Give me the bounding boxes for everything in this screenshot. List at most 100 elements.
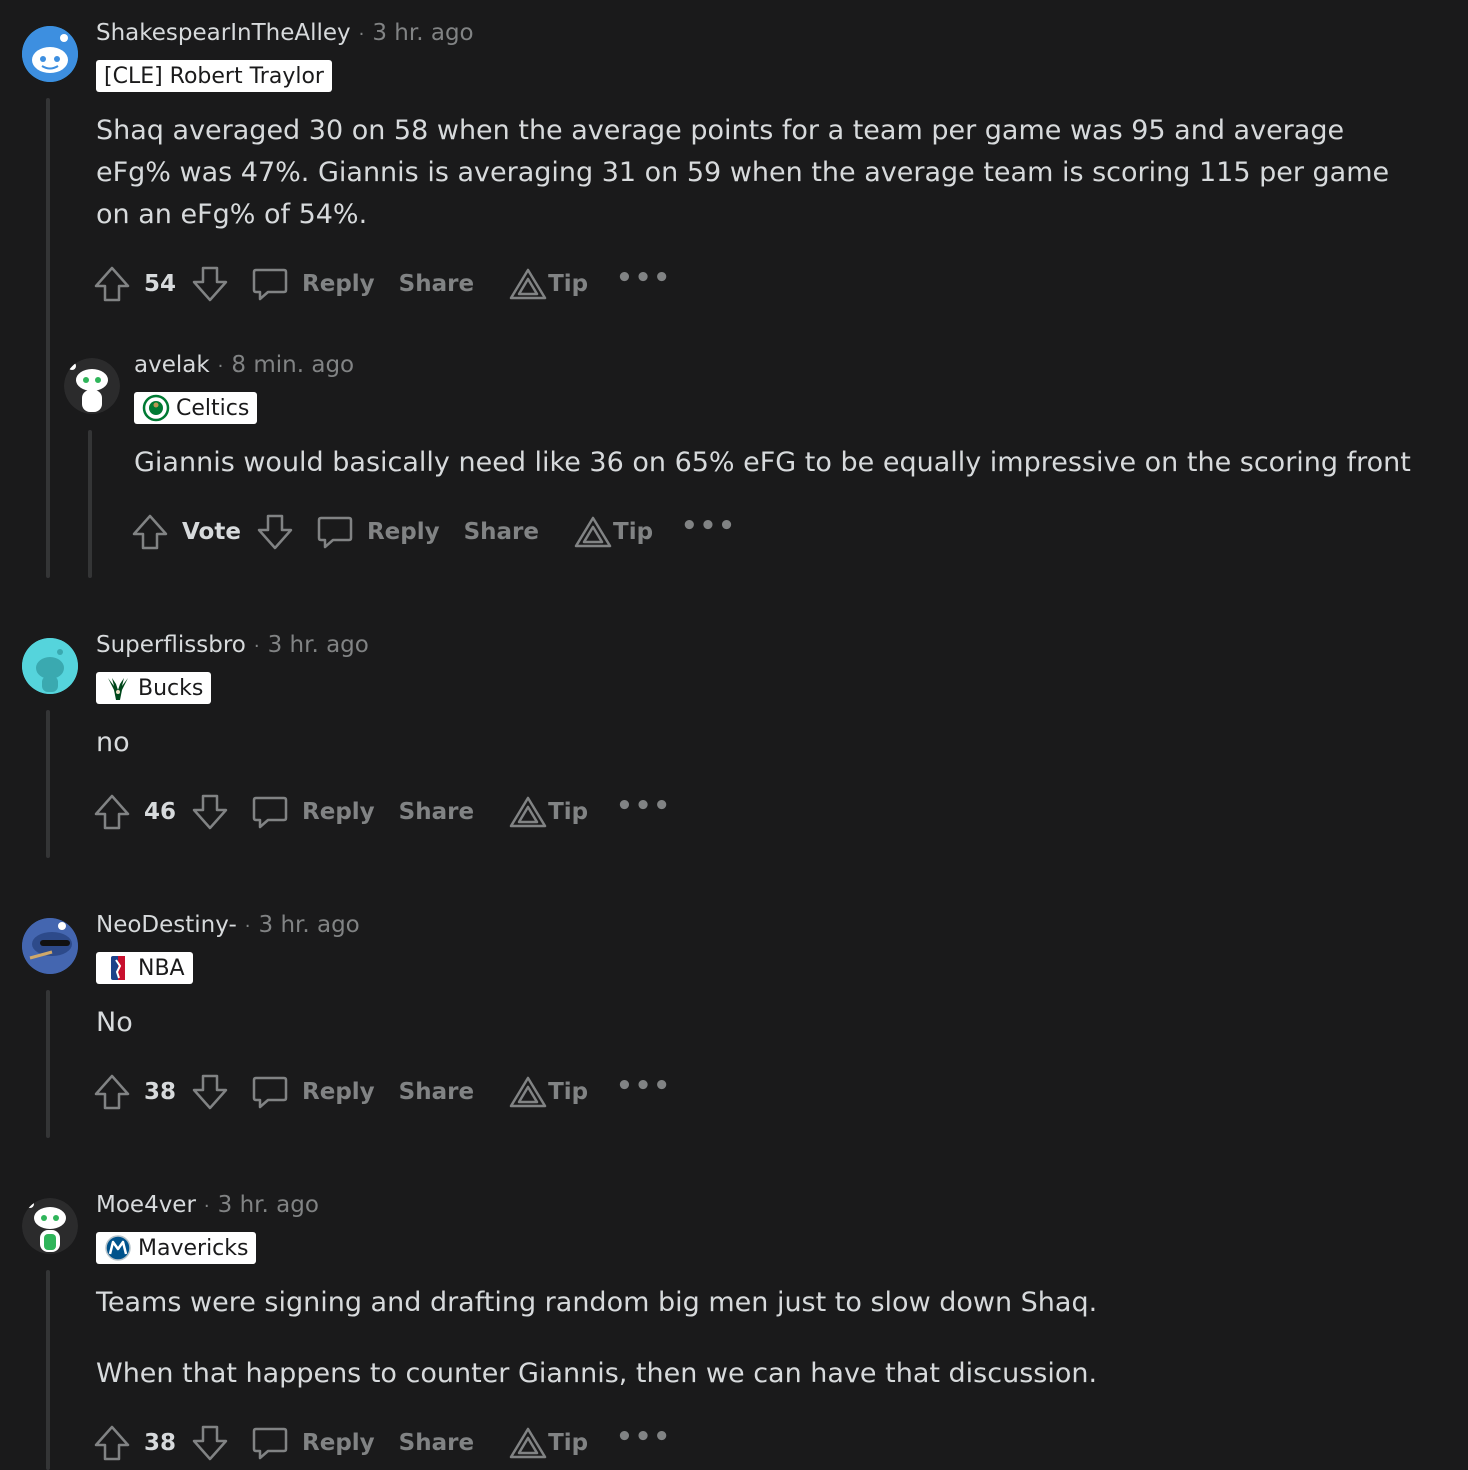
timestamp[interactable]: 8 min. ago <box>231 352 354 378</box>
reply-button[interactable]: Reply <box>250 792 399 832</box>
comment-bubble-icon <box>252 796 288 829</box>
comment-bubble-icon <box>252 1427 288 1460</box>
username[interactable]: Moe4ver <box>96 1192 196 1218</box>
more-options-icon[interactable]: ••• <box>616 793 672 819</box>
timestamp[interactable]: 3 hr. ago <box>218 1192 319 1218</box>
comment-bubble-icon <box>317 516 353 549</box>
tip-triangle-icon <box>509 1427 547 1459</box>
thread-line[interactable] <box>46 98 50 578</box>
comment-actions: 54 Reply Share Tip ••• <box>92 262 672 306</box>
share-button[interactable]: Share <box>399 1430 474 1456</box>
snoo-avatar-icon <box>22 26 78 82</box>
tip-label[interactable]: Tip <box>613 519 653 545</box>
user-flair: Bucks <box>96 672 212 704</box>
username[interactable]: Superflissbro <box>96 632 246 658</box>
share-button[interactable]: Share <box>399 799 474 825</box>
snoo-avatar-icon <box>22 918 78 974</box>
separator-dot: · <box>244 916 251 937</box>
comment-actions: 46 Reply Share Tip ••• <box>92 790 672 834</box>
user-avatar[interactable] <box>22 918 78 974</box>
reply-label[interactable]: Reply <box>302 271 375 297</box>
comment-actions: 38 Reply Share Tip ••• <box>92 1070 672 1114</box>
flair-text: Bucks <box>138 675 204 701</box>
timestamp[interactable]: 3 hr. ago <box>259 912 360 938</box>
tip-triangle-icon <box>509 796 547 828</box>
comment-actions: 38 Reply Share Tip ••• <box>92 1421 672 1465</box>
tip-label[interactable]: Tip <box>548 1079 588 1105</box>
thread-line[interactable] <box>46 990 50 1138</box>
comment-body: no <box>96 722 1396 764</box>
reply-button[interactable]: Reply <box>315 512 464 552</box>
more-options-icon[interactable]: ••• <box>616 1073 672 1099</box>
comment-meta: avelak · 8 min. ago <box>134 352 354 378</box>
comment-meta: ShakespearInTheAlley · 3 hr. ago <box>96 20 474 46</box>
snoo-avatar-icon <box>64 358 120 414</box>
user-avatar[interactable] <box>22 1198 78 1254</box>
comment-actions: Vote Reply Share Tip ••• <box>130 510 737 554</box>
tip-label[interactable]: Tip <box>548 1430 588 1456</box>
username[interactable]: ShakespearInTheAlley <box>96 20 351 46</box>
comment-meta: Superflissbro · 3 hr. ago <box>96 632 369 658</box>
tip-button[interactable]: Tip <box>508 795 588 829</box>
upvote-icon[interactable] <box>92 1423 132 1463</box>
bucks-logo-icon <box>104 674 132 702</box>
reply-label[interactable]: Reply <box>302 1079 375 1105</box>
downvote-icon[interactable] <box>255 512 295 552</box>
reply-button[interactable]: Reply <box>250 1072 399 1112</box>
downvote-icon[interactable] <box>190 792 230 832</box>
username[interactable]: avelak <box>134 352 210 378</box>
share-button[interactable]: Share <box>399 1079 474 1105</box>
vote-score: 46 <box>144 799 177 825</box>
thread-line[interactable] <box>46 710 50 858</box>
downvote-icon[interactable] <box>190 1423 230 1463</box>
separator-dot: · <box>203 1196 210 1217</box>
tip-label[interactable]: Tip <box>548 271 588 297</box>
flair-text: NBA <box>138 955 185 981</box>
vote-score: 38 <box>144 1430 177 1456</box>
downvote-icon[interactable] <box>190 264 230 304</box>
share-button[interactable]: Share <box>399 271 474 297</box>
upvote-icon[interactable] <box>92 1072 132 1112</box>
tip-button[interactable]: Tip <box>508 267 588 301</box>
user-avatar[interactable] <box>22 638 78 694</box>
reply-button[interactable]: Reply <box>250 1423 399 1463</box>
tip-button[interactable]: Tip <box>508 1075 588 1109</box>
more-options-icon[interactable]: ••• <box>616 265 672 291</box>
comment-paragraph: no <box>96 727 130 758</box>
timestamp[interactable]: 3 hr. ago <box>372 20 473 46</box>
separator-dot: · <box>217 356 224 377</box>
upvote-icon[interactable] <box>92 264 132 304</box>
username[interactable]: NeoDestiny- <box>96 912 237 938</box>
vote-score: 54 <box>144 271 177 297</box>
user-flair: [CLE] Robert Traylor <box>96 60 332 92</box>
thread-line[interactable] <box>88 430 92 578</box>
reply-label[interactable]: Reply <box>302 1430 375 1456</box>
user-avatar[interactable] <box>64 358 120 414</box>
celtics-logo-icon <box>142 394 170 422</box>
vote-score: 38 <box>144 1079 177 1105</box>
comment-meta: NeoDestiny- · 3 hr. ago <box>96 912 360 938</box>
tip-button[interactable]: Tip <box>508 1426 588 1460</box>
tip-label[interactable]: Tip <box>548 799 588 825</box>
separator-dot: · <box>253 636 260 657</box>
vote-label: Vote <box>182 519 241 545</box>
share-button[interactable]: Share <box>464 519 539 545</box>
flair-text: Celtics <box>176 395 250 421</box>
timestamp[interactable]: 3 hr. ago <box>268 632 369 658</box>
upvote-icon[interactable] <box>130 512 170 552</box>
more-options-icon[interactable]: ••• <box>616 1424 672 1450</box>
reply-label[interactable]: Reply <box>302 799 375 825</box>
tip-triangle-icon <box>574 516 612 548</box>
tip-button[interactable]: Tip <box>573 515 653 549</box>
user-avatar[interactable] <box>22 26 78 82</box>
tip-triangle-icon <box>509 268 547 300</box>
thread-line[interactable] <box>46 1270 50 1470</box>
downvote-icon[interactable] <box>190 1072 230 1112</box>
more-options-icon[interactable]: ••• <box>681 513 737 539</box>
upvote-icon[interactable] <box>92 792 132 832</box>
reply-button[interactable]: Reply <box>250 264 399 304</box>
comment-paragraph: When that happens to counter Giannis, th… <box>96 1358 1098 1389</box>
comment-meta: Moe4ver · 3 hr. ago <box>96 1192 319 1218</box>
reply-label[interactable]: Reply <box>367 519 440 545</box>
comment-body: Teams were signing and drafting random b… <box>96 1282 1396 1395</box>
